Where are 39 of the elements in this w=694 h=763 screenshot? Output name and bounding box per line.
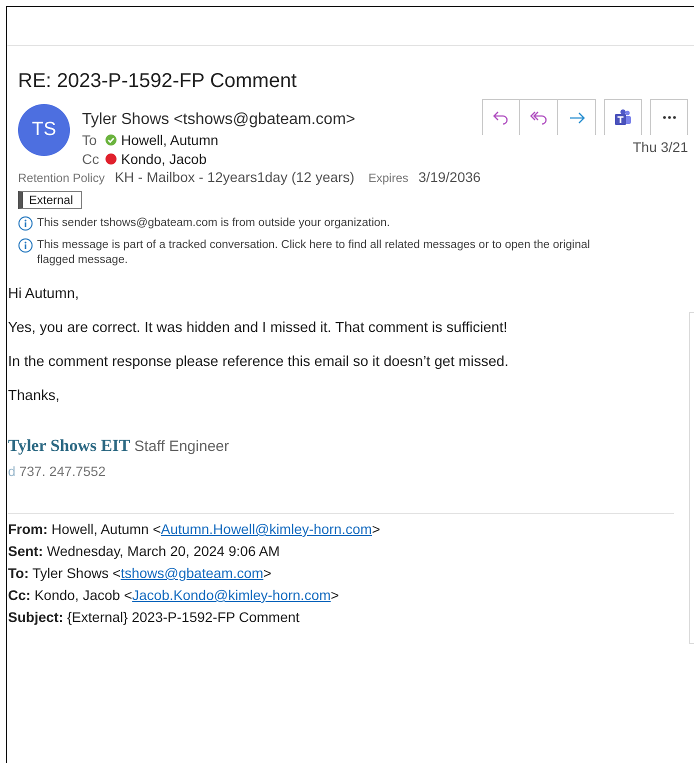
signature-name: Tyler Shows EIT	[8, 436, 130, 455]
expires-label: Expires	[368, 171, 408, 185]
reply-all-button[interactable]	[520, 99, 558, 135]
recipient-label: To	[82, 132, 98, 148]
body-paragraph: In the comment response please reference this email so it doesn’t get missed.	[8, 354, 510, 370]
email-link[interactable]: tshows@gbateam.com	[120, 565, 264, 581]
received-date: Thu 3/21	[632, 139, 688, 155]
quoted-header-line: Sent: Wednesday, March 20, 2024 9:06 AM	[8, 542, 281, 561]
email-subject: RE: 2023-P-1592-FP Comment	[18, 70, 298, 93]
retention-label: Retention Policy	[18, 171, 105, 185]
info-notice[interactable]: This message is part of a tracked conversation. Click here to find all related messages or to open the original flagged message.	[37, 238, 612, 268]
phone-prefix: d	[8, 464, 16, 479]
teams-button[interactable]	[604, 99, 642, 135]
more-icon	[662, 116, 676, 119]
signature-title: Staff Engineer	[134, 438, 230, 455]
quoted-header-line: From: Howell, Autumn <Autumn.Howell@kimley-horn.com>	[8, 520, 382, 539]
info-icon	[18, 238, 33, 253]
recipient-name[interactable]: Kondo, Jacob	[121, 151, 207, 167]
sender-avatar: TS	[18, 104, 70, 156]
body-paragraph: Thanks,	[8, 388, 61, 404]
body-paragraph: Yes, you are correct. It was hidden and I missed it. That comment is sufficient!	[8, 320, 508, 336]
reply-button[interactable]	[482, 99, 520, 135]
info-notice[interactable]: This sender tshows@gbateam.com is from outside your organization.	[37, 216, 390, 231]
retention-policy: KH - Mailbox - 12years1day (12 years)	[114, 169, 354, 185]
phone-number: 737. 247.7552	[19, 464, 106, 479]
email-link[interactable]: Jacob.Kondo@kimley-horn.com	[132, 587, 331, 603]
quoted-header-line: Cc: Kondo, Jacob <Jacob.Kondo@kimley-horn.com>	[8, 586, 340, 605]
sender-name[interactable]: Tyler Shows <tshows@gbateam.com>	[82, 111, 356, 129]
recipient-label: Cc	[82, 151, 100, 167]
expiry-date: 3/19/2036	[418, 169, 481, 185]
quoted-header-line: To: Tyler Shows <tshows@gbateam.com>	[8, 564, 272, 583]
forward-button[interactable]	[558, 99, 596, 135]
teams-logo-icon	[613, 108, 633, 128]
recipient-name[interactable]: Howell, Autumn	[121, 132, 218, 148]
category-tag: External	[18, 191, 82, 209]
body-paragraph: Hi Autumn,	[8, 286, 80, 302]
info-icon	[18, 216, 33, 231]
quoted-header-line: Subject: {External} 2023-P-1592-FP Comment	[8, 608, 301, 627]
email-link[interactable]: Autumn.Howell@kimley-horn.com	[160, 521, 372, 537]
